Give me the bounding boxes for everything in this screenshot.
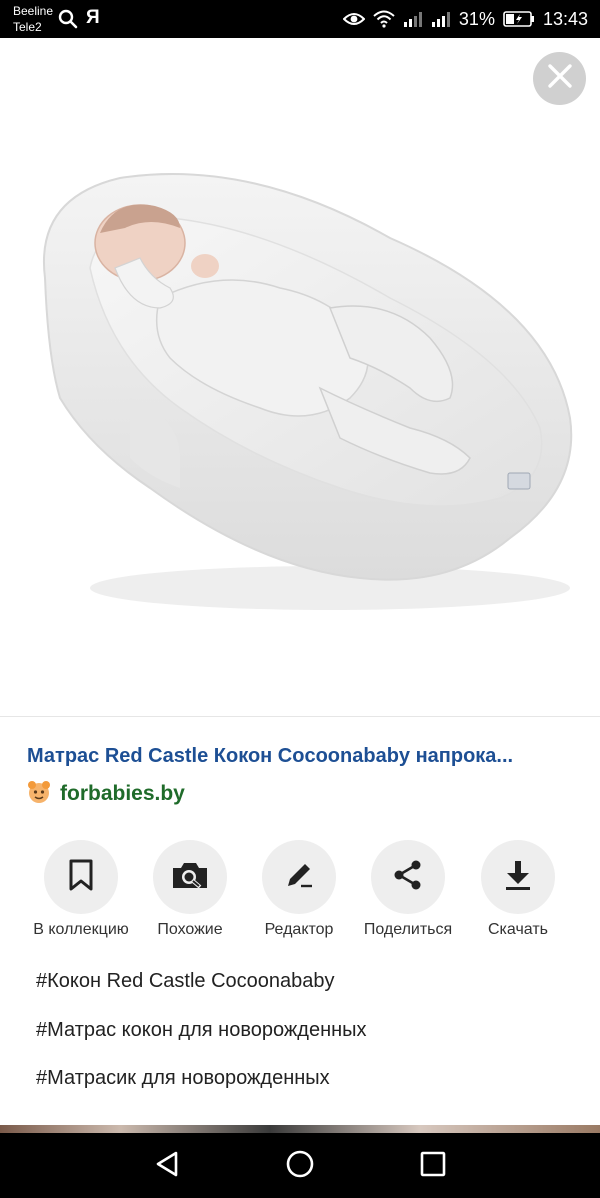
eye-icon [342, 11, 365, 27]
share-circle[interactable] [371, 840, 445, 914]
next-images-strip[interactable] [0, 1125, 600, 1133]
yandex-icon: Я [86, 7, 100, 28]
camera-search-icon [171, 860, 209, 895]
image-title[interactable]: Матрас Red Castle Кокон Cocoonababy напр… [27, 745, 577, 768]
add-to-collection-button[interactable]: В коллекцию [21, 840, 141, 939]
back-button[interactable] [151, 1150, 183, 1182]
editor-label: Редактор [264, 921, 334, 938]
battery-icon [503, 11, 535, 27]
status-icons: 31% 13:43 [342, 8, 588, 30]
home-circle-icon [285, 1149, 315, 1184]
home-button[interactable] [284, 1150, 316, 1182]
image-viewer [0, 38, 600, 716]
clock: 13:43 [542, 8, 588, 29]
signal-icon-1 [403, 11, 423, 27]
close-icon [546, 62, 574, 95]
recents-square-icon [419, 1150, 447, 1183]
carrier-1: Beeline [13, 4, 54, 18]
source-link[interactable]: forbabies.by [26, 780, 185, 808]
download-label: Скачать [488, 921, 548, 938]
bookmark-icon [68, 859, 94, 896]
add-to-collection-circle[interactable] [44, 840, 118, 914]
similar-button[interactable]: Похожие [130, 840, 250, 939]
product-image[interactable] [30, 158, 580, 643]
signal-icon-2 [431, 11, 451, 27]
carrier-names: Beeline Tele2 [13, 3, 53, 35]
recents-button[interactable] [417, 1150, 449, 1182]
share-button[interactable]: Поделиться [348, 840, 468, 939]
wifi-icon [373, 10, 395, 28]
action-bar: В коллекцию Похожие Редактор Поделиться [0, 840, 600, 950]
site-logo-icon [26, 779, 52, 810]
download-circle[interactable] [481, 840, 555, 914]
pencil-icon [283, 859, 315, 896]
tag-item[interactable]: #Матрасик для новорожденных [36, 1063, 367, 1112]
back-triangle-icon [154, 1150, 180, 1183]
carrier-2: Tele2 [13, 20, 42, 34]
tag-item[interactable]: #Кокон Red Castle Cocoonababy [36, 966, 367, 1015]
editor-button[interactable]: Редактор [239, 840, 359, 939]
tag-item[interactable]: #Матрас кокон для новорожденных [36, 1015, 367, 1064]
share-label: Поделиться [363, 921, 453, 938]
tag-list: #Кокон Red Castle Cocoonababy #Матрас ко… [36, 966, 367, 1112]
similar-circle[interactable] [153, 840, 227, 914]
add-to-collection-label: В коллекцию [33, 921, 129, 938]
download-icon [504, 859, 532, 896]
navigation-bar [0, 1133, 600, 1198]
divider [0, 716, 600, 717]
close-button[interactable] [533, 52, 586, 105]
status-bar: Beeline Tele2 Я 31% 13:43 [0, 0, 600, 38]
search-icon [58, 9, 78, 29]
source-domain: forbabies.by [60, 782, 185, 805]
editor-circle[interactable] [262, 840, 336, 914]
similar-label: Похожие [157, 921, 223, 938]
share-icon [392, 859, 424, 896]
battery-percent: 31% [458, 8, 495, 29]
download-button[interactable]: Скачать [458, 840, 578, 939]
